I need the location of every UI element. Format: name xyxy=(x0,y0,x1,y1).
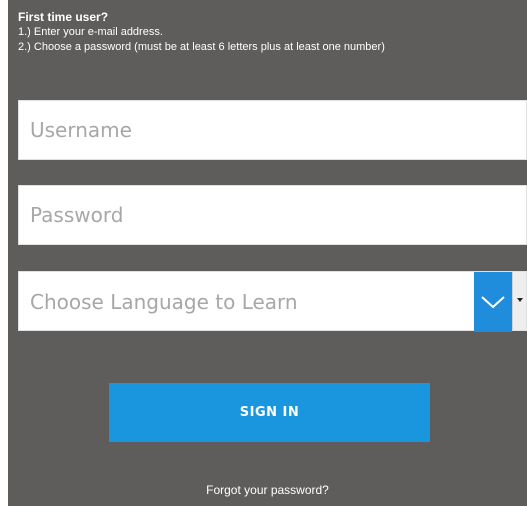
username-input[interactable] xyxy=(19,101,526,159)
language-select[interactable]: Choose Language to Learn xyxy=(18,271,527,332)
chevron-down-icon xyxy=(481,296,505,309)
instructions-step-1: 1.) Enter your e-mail address. xyxy=(18,26,163,38)
caret-down-icon xyxy=(517,298,523,302)
password-field xyxy=(18,185,527,245)
language-select-label: Choose Language to Learn xyxy=(30,290,298,314)
first-time-instructions: First time user? 1.) Enter your e-mail a… xyxy=(18,10,385,55)
language-dropdown-button[interactable] xyxy=(474,272,512,332)
instructions-heading: First time user? xyxy=(18,10,109,24)
sign-in-button[interactable]: SIGN IN xyxy=(109,383,430,442)
login-panel: First time user? 1.) Enter your e-mail a… xyxy=(8,0,527,506)
select-scroll-handle[interactable] xyxy=(512,272,526,330)
forgot-password-link[interactable]: Forgot your password? xyxy=(8,483,527,497)
password-input[interactable] xyxy=(19,186,526,244)
username-field xyxy=(18,100,527,160)
instructions-step-2: 2.) Choose a password (must be at least … xyxy=(18,41,385,53)
